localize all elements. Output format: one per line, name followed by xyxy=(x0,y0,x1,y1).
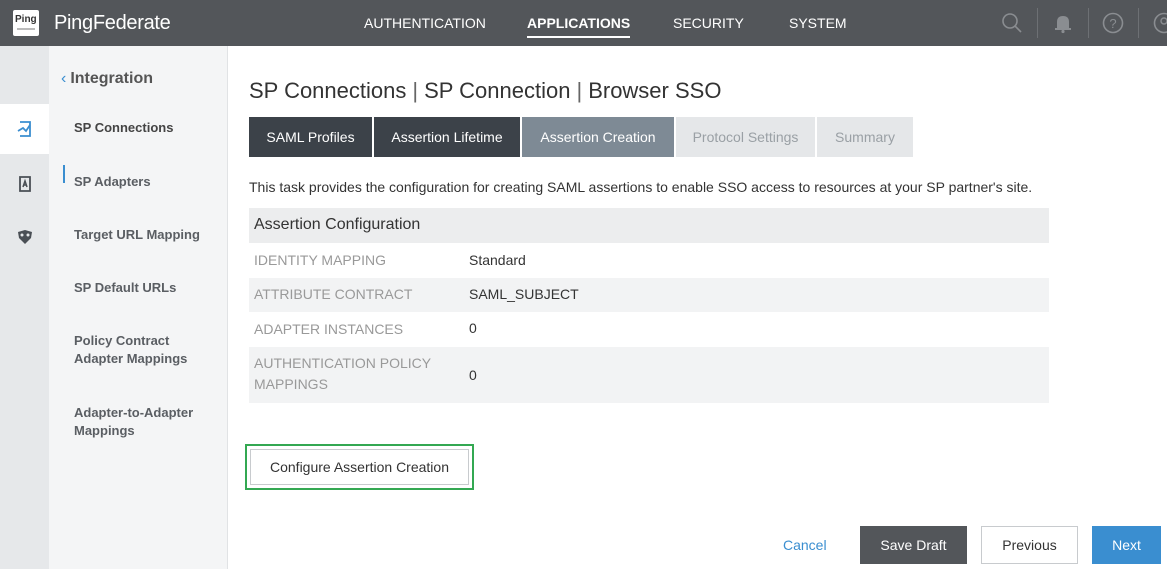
adapters-icon[interactable] xyxy=(0,159,49,209)
previous-button[interactable]: Previous xyxy=(981,526,1078,564)
tab-protocol-settings: Protocol Settings xyxy=(676,117,815,157)
breadcrumb-item[interactable]: SP Connection xyxy=(424,78,570,103)
svg-text:?: ? xyxy=(1109,16,1116,31)
assertion-configuration-panel: Assertion Configuration IDENTITY MAPPING… xyxy=(249,208,1049,403)
sidebar-back-label: Integration xyxy=(70,70,153,87)
oauth-icon[interactable] xyxy=(0,212,49,262)
tab-assertion-lifetime[interactable]: Assertion Lifetime xyxy=(374,117,520,157)
breadcrumb-item: Browser SSO xyxy=(588,78,722,103)
row-value: 0 xyxy=(469,320,477,336)
bell-icon[interactable] xyxy=(1051,11,1075,35)
row-key: IDENTITY MAPPING xyxy=(254,252,386,268)
nav-separator xyxy=(1088,8,1089,38)
logo-underline xyxy=(17,28,35,30)
configure-assertion-creation-button[interactable]: Configure Assertion Creation xyxy=(250,449,469,485)
breadcrumb-separator: | xyxy=(576,78,583,103)
row-value: Standard xyxy=(469,252,526,268)
user-icon[interactable] xyxy=(1152,11,1167,35)
nav-separator xyxy=(1037,8,1038,38)
nav-security[interactable]: SECURITY xyxy=(673,15,744,31)
panel-title: Assertion Configuration xyxy=(249,208,1049,243)
connections-icon[interactable] xyxy=(0,104,49,154)
tab-saml-profiles[interactable]: SAML Profiles xyxy=(249,117,372,157)
help-icon[interactable]: ? xyxy=(1101,11,1125,35)
sidebar-item-sp-default-urls[interactable]: SP Default URLs xyxy=(74,279,224,297)
breadcrumb-item[interactable]: SP Connections xyxy=(249,78,406,103)
nav-separator xyxy=(1138,8,1139,38)
chevron-left-icon: ‹ xyxy=(61,70,67,87)
sidebar-item-policy-contract-adapter-mappings[interactable]: Policy Contract Adapter Mappings xyxy=(74,332,204,368)
logo-text: Ping xyxy=(15,14,37,25)
sidebar-item-target-url-mapping[interactable]: Target URL Mapping xyxy=(74,226,224,244)
tab-assertion-creation[interactable]: Assertion Creation xyxy=(522,117,674,157)
back-to-integration-link[interactable]: ‹ Integration xyxy=(61,70,153,88)
save-draft-button[interactable]: Save Draft xyxy=(860,526,967,564)
icon-rail xyxy=(0,46,49,569)
breadcrumb-separator: | xyxy=(412,78,419,103)
next-button[interactable]: Next xyxy=(1092,526,1161,564)
row-key: ADAPTER INSTANCES xyxy=(254,321,404,337)
row-key: ATTRIBUTE CONTRACT xyxy=(254,286,413,302)
active-item-indicator xyxy=(63,165,65,183)
configure-button-highlight: Configure Assertion Creation xyxy=(245,444,474,490)
nav-applications[interactable]: APPLICATIONS xyxy=(527,15,631,38)
row-value: 0 xyxy=(469,367,477,383)
brand-name: PingFederate xyxy=(54,12,171,34)
sidebar-item-adapter-to-adapter-mappings[interactable]: Adapter-to-Adapter Mappings xyxy=(74,404,209,440)
row-value: SAML_SUBJECT xyxy=(469,286,579,302)
table-row: ATTRIBUTE CONTRACT SAML_SUBJECT xyxy=(249,278,1049,312)
nav-system[interactable]: SYSTEM xyxy=(789,15,847,31)
ping-logo[interactable]: Ping xyxy=(13,10,39,36)
search-icon[interactable] xyxy=(1000,11,1024,35)
sidebar-item-sp-adapters[interactable]: SP Adapters xyxy=(74,173,224,191)
sidebar-item-sp-connections[interactable]: SP Connections xyxy=(74,119,224,137)
row-key: AUTHENTICATION POLICY MAPPINGS xyxy=(254,355,431,392)
task-description: This task provides the configuration for… xyxy=(249,179,1033,195)
breadcrumb: SP Connections | SP Connection | Browser SSO xyxy=(249,78,721,104)
cancel-link[interactable]: Cancel xyxy=(783,537,827,553)
tab-summary: Summary xyxy=(817,117,913,157)
integration-sidebar: ‹ Integration SP Connections SP Adapters … xyxy=(49,46,228,569)
table-row: IDENTITY MAPPING Standard xyxy=(249,243,1049,278)
top-navigation-bar: Ping PingFederate AUTHENTICATION APPLICA… xyxy=(0,0,1167,46)
nav-authentication[interactable]: AUTHENTICATION xyxy=(364,15,486,31)
table-row: AUTHENTICATION POLICY MAPPINGS 0 xyxy=(249,347,1049,403)
table-row: ADAPTER INSTANCES 0 xyxy=(249,312,1049,347)
